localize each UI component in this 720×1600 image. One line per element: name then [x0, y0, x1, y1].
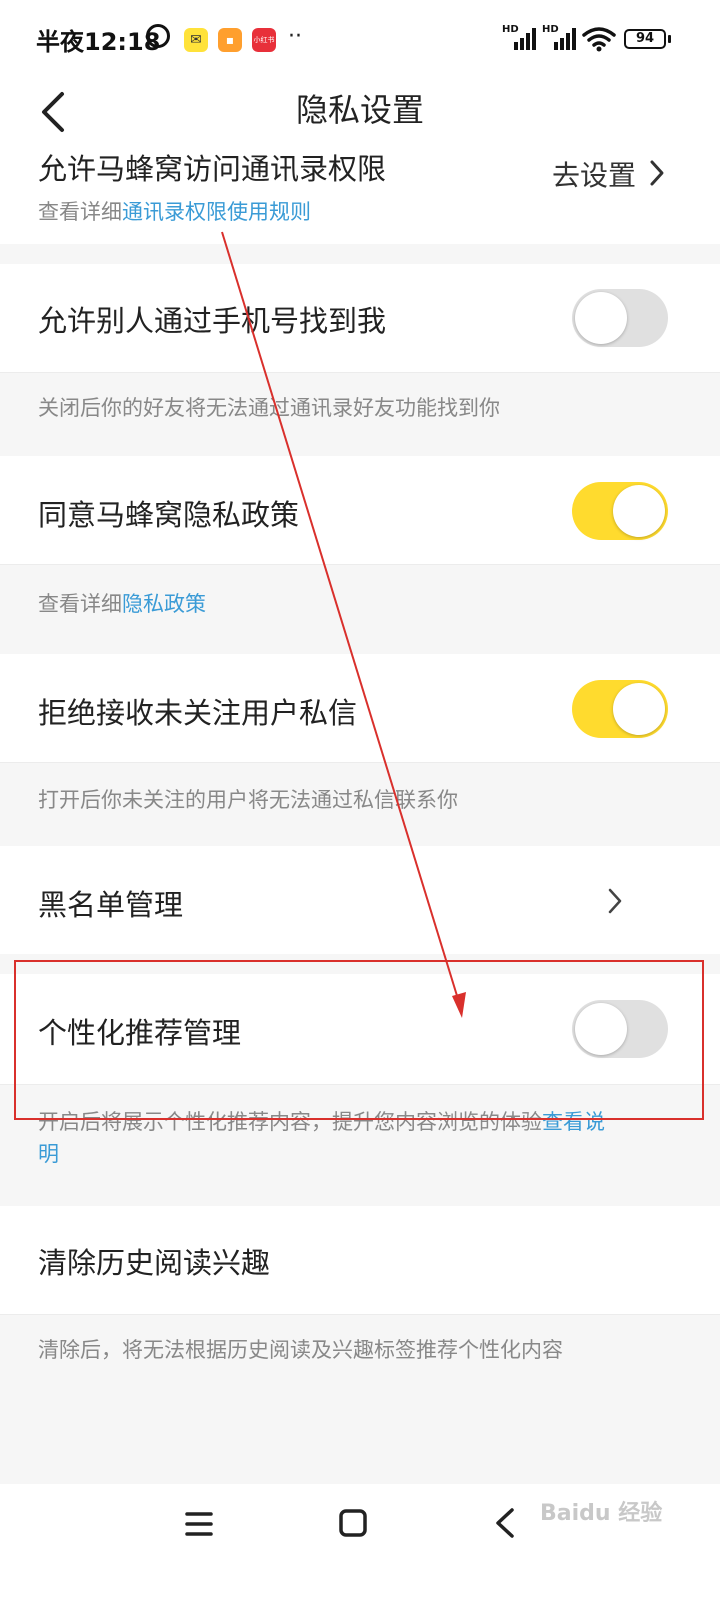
privacy-policy-link[interactable]: 隐私政策	[122, 592, 206, 616]
status-time: 半夜12:18	[36, 28, 161, 56]
more-notifications-icon: ··	[288, 24, 302, 49]
clear-history-note: 清除后，将无法根据历史阅读及兴趣标签推荐个性化内容	[38, 1338, 563, 1362]
go-settings-button[interactable]: 去设置	[552, 154, 636, 194]
divider	[0, 564, 720, 565]
find-by-phone-toggle[interactable]	[572, 289, 668, 347]
privacy-policy-title: 同意马蜂窝隐私政策	[38, 498, 300, 532]
baidu-watermark: Baidu 经验	[540, 1501, 663, 1526]
find-by-phone-note: 关闭后你的好友将无法通过通讯录好友功能找到你	[38, 396, 500, 420]
view-explanation-link-cont[interactable]: 明	[38, 1142, 59, 1166]
divider	[0, 372, 720, 373]
xiaohongshu-app-icon: 小红书	[252, 28, 276, 52]
reject-messages-note: 打开后你未关注的用户将无法通过私信联系你	[38, 788, 458, 812]
contacts-rules-link[interactable]: 通讯录权限使用规则	[122, 200, 311, 224]
page-title: 隐私设置	[295, 91, 424, 129]
alarm-icon	[146, 24, 170, 48]
privacy-policy-note: 查看详细隐私政策	[38, 592, 206, 616]
battery-tip	[668, 35, 671, 43]
contacts-permission-title: 允许马蜂窝访问通讯录权限	[38, 152, 387, 186]
toggle-knob	[613, 485, 665, 537]
reject-messages-toggle[interactable]	[572, 680, 668, 738]
battery-icon: 94	[624, 29, 666, 49]
notes-app-icon: ▪	[218, 28, 242, 52]
reject-messages-title: 拒绝接收未关注用户私信	[38, 696, 358, 730]
toggle-knob	[613, 683, 665, 735]
divider	[0, 1314, 720, 1315]
home-icon[interactable]	[338, 1508, 368, 1538]
signal-icon-2: HD	[542, 24, 578, 50]
divider	[0, 762, 720, 763]
toggle-knob	[575, 292, 627, 344]
wifi-icon	[582, 27, 616, 52]
chevron-right-icon	[650, 160, 664, 186]
privacy-policy-toggle[interactable]	[572, 482, 668, 540]
contacts-permission-subtitle: 查看详细通讯录权限使用规则	[38, 200, 311, 224]
signal-icon-1: HD	[502, 24, 538, 50]
find-by-phone-title: 允许别人通过手机号找到我	[38, 304, 387, 338]
blacklist-title: 黑名单管理	[38, 888, 184, 922]
menu-icon[interactable]	[184, 1510, 214, 1538]
chevron-right-icon	[608, 888, 622, 914]
mail-app-icon: ✉	[184, 28, 208, 52]
annotation-highlight-box	[14, 960, 704, 1120]
clear-history-title: 清除历史阅读兴趣	[38, 1246, 271, 1280]
nav-back-icon[interactable]	[492, 1506, 518, 1540]
